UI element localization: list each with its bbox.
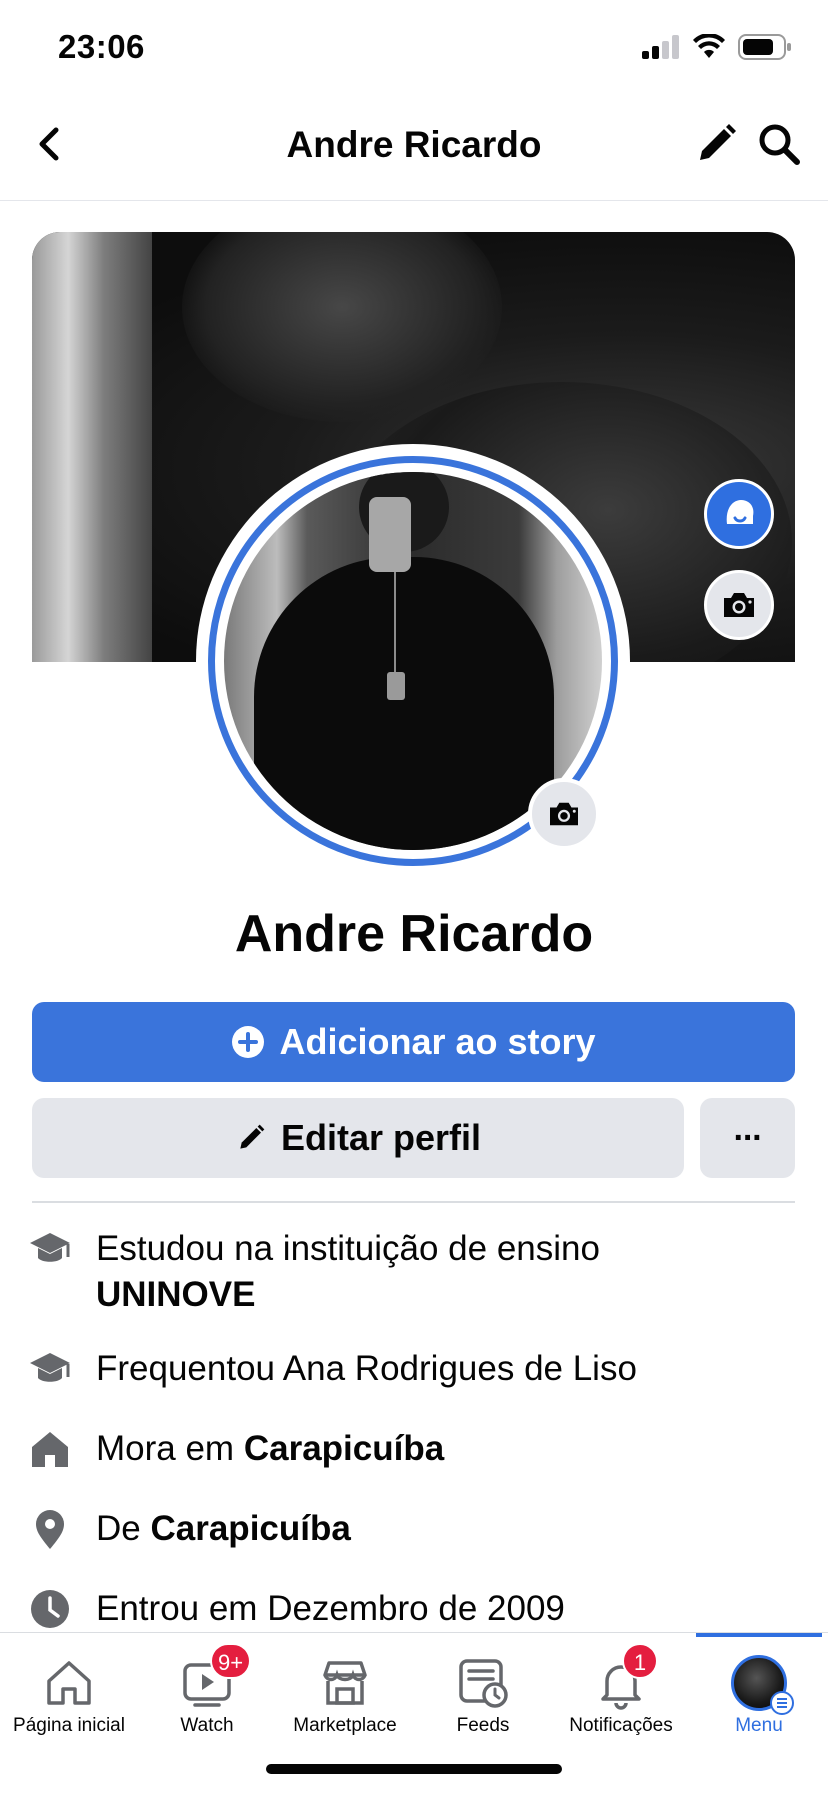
home-icon	[47, 1661, 91, 1705]
watch-badge: 9+	[210, 1643, 252, 1679]
pencil-icon	[700, 124, 736, 160]
info-text: Frequentou Ana Rodrigues de Liso	[96, 1349, 637, 1388]
avatar-edit-button[interactable]	[704, 479, 774, 549]
search-icon	[759, 124, 800, 165]
clock-icon	[31, 1590, 69, 1628]
info-text: Estudou na instituição de ensino	[96, 1229, 600, 1268]
divider	[32, 1201, 795, 1203]
home-indicator	[266, 1764, 562, 1774]
battery-icon	[738, 34, 791, 60]
more-dots-icon: ···	[733, 1118, 764, 1157]
home-icon	[32, 1432, 68, 1467]
tab-home[interactable]: Página inicial	[0, 1633, 138, 1743]
tab-label: Menu	[735, 1715, 783, 1736]
profile-camera-button[interactable]	[528, 778, 600, 850]
tab-label: Marketplace	[293, 1715, 397, 1736]
graduation-cap-icon	[30, 1353, 70, 1382]
feeds-icon	[459, 1659, 508, 1708]
tab-feeds[interactable]: Feeds	[414, 1633, 552, 1743]
tab-watch[interactable]: 9+ Watch	[138, 1633, 276, 1743]
info-row-joined: Entrou em Dezembro de 2009	[28, 1586, 808, 1632]
edit-profile-label: Editar perfil	[280, 1117, 482, 1158]
camera-icon	[724, 593, 754, 617]
tab-label: Watch	[180, 1715, 234, 1736]
info-row-lives-in: Mora em Carapicuíba	[28, 1426, 808, 1472]
info-highlight[interactable]: Carapicuíba	[244, 1429, 444, 1468]
info-highlight[interactable]: Carapicuíba	[150, 1509, 350, 1548]
tab-menu[interactable]: Menu	[690, 1633, 828, 1743]
tab-notifications[interactable]: 1 Notificações	[552, 1633, 690, 1743]
menu-lines-icon	[770, 1691, 794, 1715]
location-pin-icon	[36, 1510, 64, 1549]
tab-label: Feeds	[456, 1715, 510, 1736]
edit-profile-button[interactable]: Editar perfil	[32, 1098, 684, 1178]
top-header: Andre Ricardo	[0, 96, 828, 201]
shop-icon	[323, 1661, 367, 1705]
cover-camera-button[interactable]	[704, 570, 774, 640]
info-text: De	[96, 1509, 141, 1548]
search-button[interactable]	[755, 120, 803, 168]
info-text: Mora em	[96, 1429, 235, 1468]
camera-icon	[550, 802, 578, 826]
tab-label: Notificações	[569, 1715, 673, 1736]
more-options-button[interactable]: ···	[700, 1098, 795, 1178]
status-time: 23:06	[58, 28, 145, 65]
edit-button[interactable]	[692, 120, 740, 168]
plus-circle-icon	[232, 1026, 265, 1058]
status-icons	[642, 34, 792, 60]
info-row-school: Frequentou Ana Rodrigues de Liso	[28, 1346, 808, 1392]
notifications-badge: 1	[622, 1643, 658, 1679]
cellular-signal-icon	[642, 35, 679, 59]
avatar-face-icon	[726, 500, 754, 524]
pencil-icon	[240, 1124, 265, 1149]
profile-name: Andre Ricardo	[234, 905, 594, 963]
info-text: Entrou em Dezembro de 2009	[96, 1589, 565, 1628]
add-to-story-button[interactable]: Adicionar ao story	[32, 1002, 795, 1082]
graduation-cap-icon	[30, 1233, 70, 1262]
add-to-story-label: Adicionar ao story	[279, 1021, 596, 1062]
info-highlight[interactable]: UNINOVE	[96, 1275, 255, 1314]
info-row-from: De Carapicuíba	[28, 1506, 808, 1552]
tab-marketplace[interactable]: Marketplace	[276, 1633, 414, 1743]
info-row-education: Estudou na instituição de ensino UNINOVE	[28, 1226, 808, 1318]
tab-label: Página inicial	[13, 1715, 125, 1736]
wifi-icon	[693, 34, 725, 58]
